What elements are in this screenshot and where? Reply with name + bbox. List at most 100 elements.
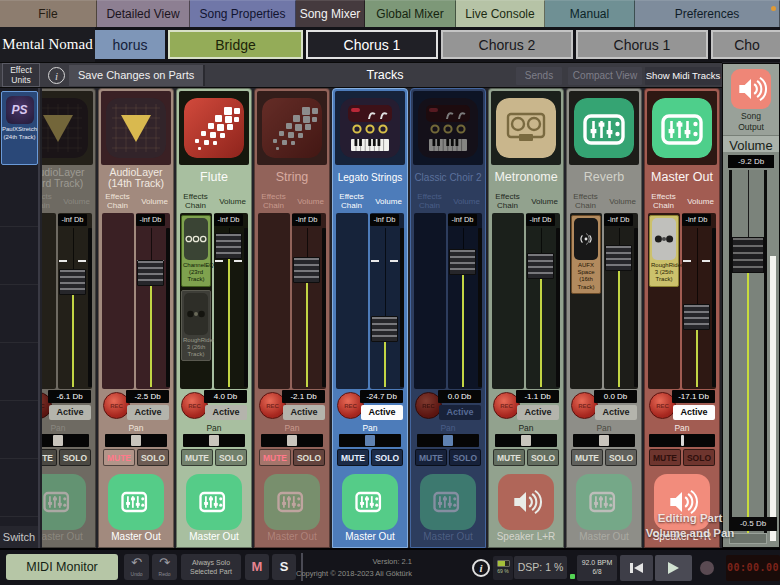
rewind-button[interactable] [620,555,653,581]
volume-fader[interactable] [293,228,320,387]
save-changes-button[interactable]: Save Changes on Parts [69,65,205,86]
active-button[interactable]: Active [673,405,715,420]
track-instrument-icon[interactable] [652,98,712,158]
undo-button[interactable]: ↶Undo [124,554,149,580]
pan-slider[interactable] [339,434,401,447]
effect-unit-roughrider-3-26th-track[interactable]: RoughRider 3 (26th Track) [181,290,211,362]
section-tab-bridge-1[interactable]: Bridge [168,30,303,59]
effects-chain-slot[interactable]: RoughRider 3 (25th Track) [648,213,680,389]
menu-tab-live-console[interactable]: Live Console [456,0,545,27]
output-destination-icon[interactable] [42,474,86,530]
solo-button[interactable]: SOLO [215,449,247,466]
menu-tab-preferences[interactable]: Preferences [635,0,780,27]
output-destination-icon[interactable] [342,474,398,530]
fader-handle[interactable] [449,249,476,275]
active-button[interactable]: Active [205,405,247,420]
mute-button[interactable]: MUTE [493,449,525,466]
track-instrument-icon[interactable] [184,98,244,158]
effects-chain-slot[interactable]: ChannelEQ (23rd Track)RoughRider 3 (26th… [180,213,212,389]
play-button[interactable] [655,555,692,581]
pan-slider[interactable] [573,434,635,447]
section-tab-cho-5[interactable]: Cho [711,30,780,59]
active-button[interactable]: Active [283,405,325,420]
compact-view-button[interactable]: Compact View [568,67,642,85]
section-tab-chorus-1-2[interactable]: Chorus 1 [306,30,438,59]
fader-handle[interactable] [293,257,320,283]
song-output-speaker-icon[interactable] [731,69,771,109]
output-destination-icon[interactable] [186,474,242,530]
record-button[interactable] [700,561,714,575]
show-midi-tracks-button[interactable]: Show Midi Tracks [645,67,721,85]
menu-tab-global-mixer[interactable]: Global Mixer [365,0,456,27]
volume-fader[interactable] [605,228,632,387]
effects-chain-slot[interactable] [42,213,56,389]
effect-unit-paulxstretch[interactable]: PS PaulXStretch (24th Track) [1,91,38,165]
output-destination-icon[interactable] [108,474,164,530]
volume-fader[interactable] [449,228,476,387]
pan-slider[interactable] [495,434,557,447]
pan-handle[interactable] [365,435,375,446]
track-instrument-icon[interactable] [106,98,166,158]
pan-handle[interactable] [521,435,531,446]
pan-handle[interactable] [53,435,63,446]
pan-handle[interactable] [131,435,141,446]
fader-handle[interactable] [137,260,164,286]
effects-chain-slot[interactable] [102,213,134,389]
volume-fader[interactable] [527,228,554,387]
solo-button[interactable]: SOLO [683,449,715,466]
pan-slider[interactable] [417,434,479,447]
solo-button[interactable]: SOLO [59,449,91,466]
active-button[interactable]: Active [439,405,481,420]
pan-handle[interactable] [287,435,297,446]
effects-chain-slot[interactable] [258,213,290,389]
volume-fader[interactable] [371,228,398,387]
effects-chain-slot[interactable]: AUFX Space (16th Track) [570,213,602,389]
menu-tab-song-mixer[interactable]: Song Mixer [296,0,365,27]
output-destination-icon[interactable] [420,474,476,530]
pan-handle[interactable] [681,435,684,446]
menu-tab-manual[interactable]: Manual [545,0,635,27]
solo-button[interactable]: SOLO [449,449,481,466]
track-instrument-icon[interactable] [418,98,478,158]
mute-button[interactable]: MUTE [337,449,369,466]
track-instrument-icon[interactable] [262,98,322,158]
volume-fader[interactable] [137,228,164,387]
mute-button[interactable]: MUTE [181,449,213,466]
effect-unit-channeleq-23rd-track[interactable]: ChannelEQ (23rd Track) [181,215,211,287]
active-button[interactable]: Active [517,405,559,420]
pan-slider[interactable] [105,434,167,447]
mute-button[interactable]: MUTE [649,449,681,466]
fader-handle[interactable] [371,316,398,342]
section-tab-horus-0[interactable]: horus [95,30,165,59]
fader-handle[interactable] [215,233,242,259]
mute-button[interactable]: MUTE [103,449,135,466]
solo-button[interactable]: SOLO [527,449,559,466]
info-icon[interactable]: i [472,559,490,577]
volume-fader[interactable] [683,228,710,387]
effect-unit-aufx-space-16th-track[interactable]: AUFX Space (16th Track) [571,215,601,294]
pan-handle[interactable] [209,435,219,446]
effects-chain-slot[interactable] [336,213,368,389]
effects-chain-slot[interactable] [492,213,524,389]
solo-button[interactable]: SOLO [605,449,637,466]
song-output-fader-handle[interactable] [732,237,764,273]
fader-handle[interactable] [59,269,86,295]
pan-handle[interactable] [443,435,453,446]
solo-button[interactable]: SOLO [137,449,169,466]
mute-button[interactable]: MUTE [415,449,447,466]
song-output-fader[interactable] [729,170,767,541]
pan-handle[interactable] [599,435,609,446]
pan-slider[interactable] [42,434,89,447]
volume-fader[interactable] [215,228,242,387]
tempo-button[interactable]: 92.0 BPM6/8 [577,555,617,581]
effect-units-button[interactable]: Effect Units [2,63,40,87]
fader-handle[interactable] [683,304,710,330]
mute-button[interactable]: MUTE [259,449,291,466]
fader-handle[interactable] [527,253,554,279]
switch-button[interactable]: Switch [0,526,38,548]
track-instrument-icon[interactable] [42,98,88,158]
solo-button[interactable]: SOLO [371,449,403,466]
mute-button[interactable]: MUTE [571,449,603,466]
effect-unit-roughrider-3-25th-track[interactable]: RoughRider 3 (25th Track) [649,215,679,287]
sends-button[interactable]: Sends [516,67,562,85]
